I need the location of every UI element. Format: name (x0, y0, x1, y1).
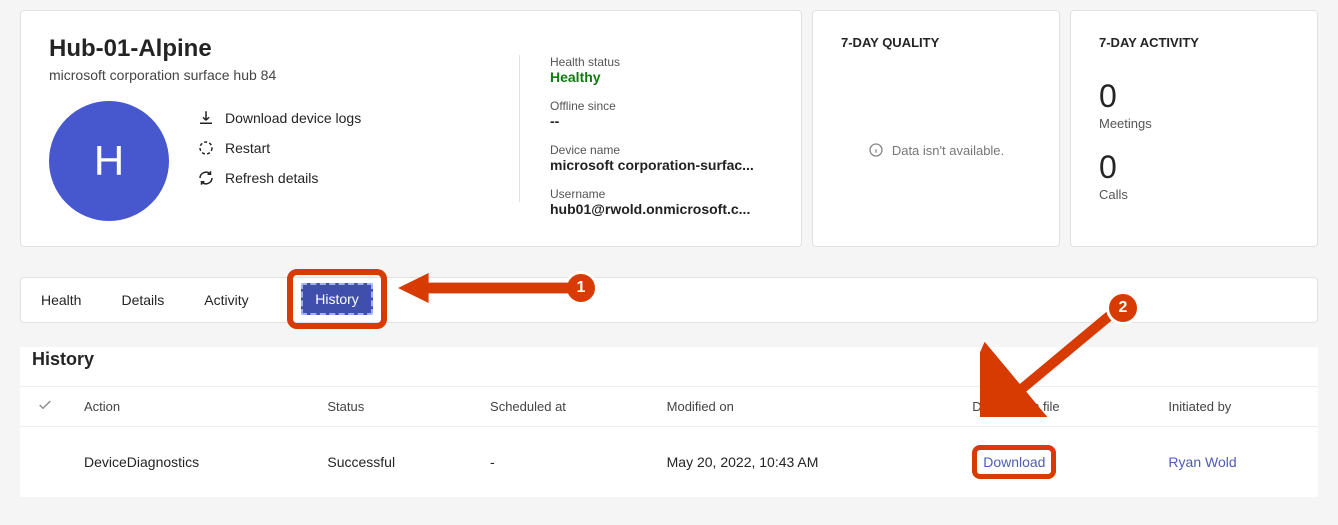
refresh-details-label: Refresh details (225, 170, 318, 186)
col-action[interactable]: Action (70, 387, 313, 427)
col-status[interactable]: Status (313, 387, 476, 427)
tab-bar: Health Details Activity (20, 277, 1318, 323)
calls-label: Calls (1099, 187, 1289, 202)
meetings-label: Meetings (1099, 116, 1289, 131)
restart-icon (197, 139, 215, 157)
health-status-label: Health status (550, 55, 773, 69)
cell-modified: May 20, 2022, 10:43 AM (653, 427, 959, 498)
quality-no-data-text: Data isn't available. (892, 143, 1004, 158)
initiated-by-link[interactable]: Ryan Wold (1168, 454, 1236, 470)
col-modified[interactable]: Modified on (653, 387, 959, 427)
download-device-logs-label: Download device logs (225, 110, 361, 126)
username-label: Username (550, 187, 773, 201)
quality-card: 7-DAY QUALITY Data isn't available. (812, 10, 1060, 247)
tab-history[interactable]: History (301, 283, 373, 315)
col-diagnostics[interactable]: Diagnostics file (958, 387, 1154, 427)
health-status-value: Healthy (550, 69, 773, 85)
download-icon (197, 109, 215, 127)
history-table: Action Status Scheduled at Modified on D… (20, 386, 1318, 497)
device-subtitle: microsoft corporation surface hub 84 (49, 67, 489, 83)
quality-card-header: 7-DAY QUALITY (841, 35, 1031, 50)
restart-label: Restart (225, 140, 270, 156)
offline-since-value: -- (550, 113, 773, 129)
vertical-divider (519, 55, 520, 202)
cell-status: Successful (313, 427, 476, 498)
device-title: Hub-01-Alpine (49, 35, 489, 63)
offline-since-label: Offline since (550, 99, 773, 113)
info-icon (868, 142, 884, 158)
checkmark-icon (37, 397, 53, 413)
device-name-value: microsoft corporation-surfac... (550, 157, 773, 173)
table-row[interactable]: DeviceDiagnostics Successful - May 20, 2… (20, 427, 1318, 498)
col-initiated[interactable]: Initiated by (1154, 387, 1318, 427)
history-section: History Action Status Scheduled at Modif… (20, 347, 1318, 497)
quality-no-data: Data isn't available. (841, 80, 1031, 220)
annotation-highlight-download: Download (972, 445, 1056, 479)
calls-count: 0 (1099, 151, 1289, 183)
select-all-checkbox[interactable] (20, 387, 70, 427)
restart-button[interactable]: Restart (197, 139, 361, 157)
device-summary-card: Hub-01-Alpine microsoft corporation surf… (20, 10, 802, 247)
history-section-title: History (20, 347, 1318, 386)
device-name-label: Device name (550, 143, 773, 157)
refresh-icon (197, 169, 215, 187)
refresh-details-button[interactable]: Refresh details (197, 169, 361, 187)
meetings-count: 0 (1099, 80, 1289, 112)
tab-details[interactable]: Details (101, 278, 184, 322)
username-value: hub01@rwold.onmicrosoft.c... (550, 201, 773, 217)
tab-health[interactable]: Health (21, 278, 101, 322)
col-scheduled[interactable]: Scheduled at (476, 387, 653, 427)
tab-activity[interactable]: Activity (184, 278, 268, 322)
device-avatar: H (49, 101, 169, 221)
download-device-logs-button[interactable]: Download device logs (197, 109, 361, 127)
cell-action: DeviceDiagnostics (70, 427, 313, 498)
download-link[interactable]: Download (983, 454, 1045, 470)
activity-card: 7-DAY ACTIVITY 0 Meetings 0 Calls (1070, 10, 1318, 247)
cell-scheduled: - (476, 427, 653, 498)
activity-card-header: 7-DAY ACTIVITY (1099, 35, 1289, 50)
